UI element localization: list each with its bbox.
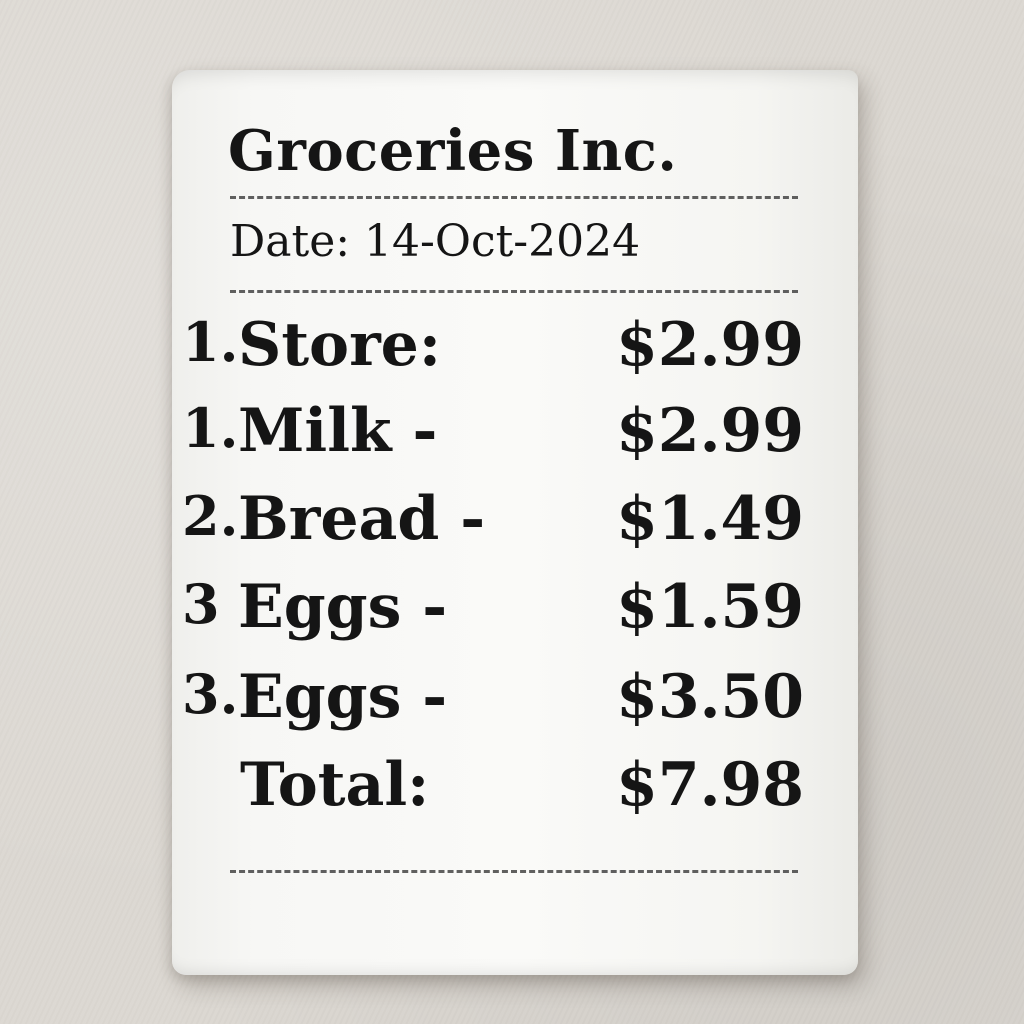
receipt-total-line: Total: $7.98 <box>182 750 804 830</box>
item-number: 1. <box>182 310 239 374</box>
total-price: $7.98 <box>616 750 804 820</box>
item-number: 2. <box>182 484 239 548</box>
item-number: 3. <box>182 662 239 726</box>
item-label: Milk - <box>238 396 438 466</box>
dashed-divider-top <box>230 196 798 199</box>
receipt-paper: Groceries Inc. Date: 14-Oct-2024 1. Stor… <box>172 70 858 975</box>
item-price: $3.50 <box>616 662 804 732</box>
item-label: Eggs - <box>238 572 448 642</box>
store-name: Groceries Inc. <box>228 118 678 184</box>
item-label: Bread - <box>238 484 486 554</box>
receipt-date: Date: 14-Oct-2024 <box>230 216 641 267</box>
receipt-line-item: 3. Eggs - $3.50 <box>182 662 804 742</box>
item-price: $2.99 <box>616 396 804 466</box>
item-number: 1. <box>182 396 239 460</box>
dashed-divider-bottom <box>230 870 798 873</box>
receipt-line-item: 3 Eggs - $1.59 <box>182 572 804 652</box>
item-price: $2.99 <box>616 310 804 380</box>
item-number: 3 <box>182 572 220 636</box>
receipt-line-item: 1. Milk - $2.99 <box>182 396 804 476</box>
total-label: Total: <box>240 750 430 820</box>
receipt-line-item: 1. Store: $2.99 <box>182 310 804 390</box>
item-label: Eggs - <box>238 662 448 732</box>
item-label: Store: <box>238 310 441 380</box>
receipt-line-item: 2. Bread - $1.49 <box>182 484 804 564</box>
item-price: $1.59 <box>616 572 804 642</box>
item-price: $1.49 <box>616 484 804 554</box>
dashed-divider-middle <box>230 290 798 293</box>
